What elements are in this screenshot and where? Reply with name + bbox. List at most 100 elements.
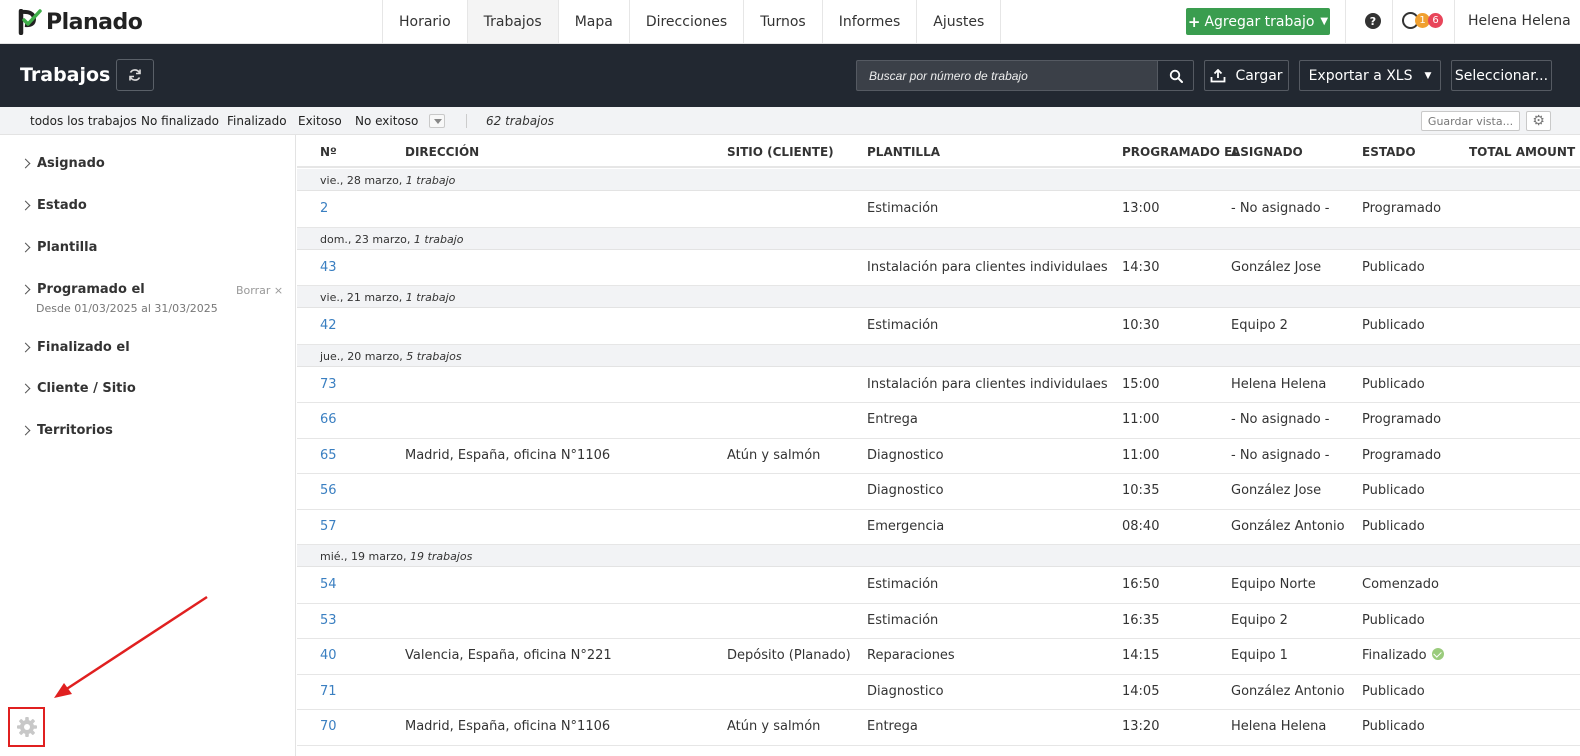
nav-tab-trabajos[interactable]: Trabajos: [467, 0, 559, 43]
nav-tab-informes[interactable]: Informes: [823, 0, 918, 43]
table-row[interactable]: 73 Instalación para clientes individulaes…: [297, 368, 1580, 403]
table-row[interactable]: 70 Madrid, España, oficina N°1106 Atún y s…: [297, 710, 1580, 746]
nav-tab-turnos[interactable]: Turnos: [744, 0, 823, 43]
job-number-link[interactable]: 66: [320, 412, 337, 427]
job-scheduled-time-text: 14:15: [1122, 648, 1160, 663]
sidebar-filter-programado[interactable]: Programado el: [20, 282, 145, 297]
table-row[interactable]: 71 Diagnostico 14:05 González Antonio Public…: [297, 675, 1580, 710]
job-template: Entrega: [867, 719, 918, 734]
job-number-link[interactable]: 73: [320, 377, 337, 392]
save-view-button[interactable]: Guardar vista...: [1421, 111, 1520, 131]
export-xls-button[interactable]: Exportar a XLS ▼: [1299, 60, 1441, 91]
job-number-link[interactable]: 56: [320, 483, 337, 498]
job-scheduled-time-text: 13:00: [1122, 201, 1160, 216]
job-number-link[interactable]: 71: [320, 684, 337, 699]
table-row[interactable]: 2 Estimación 13:00 - No asignado - Programad…: [297, 192, 1580, 228]
table-row[interactable]: 54 Estimación 16:50 Equipo Norte Comenzado: [297, 568, 1580, 604]
table-settings-button[interactable]: ⚙: [1526, 111, 1551, 131]
divider: [1392, 0, 1393, 43]
gear-icon: [16, 717, 37, 737]
filter-tab-all[interactable]: todos los trabajos: [30, 114, 137, 128]
divider: [1345, 0, 1346, 43]
planado-logo[interactable]: Planado: [18, 8, 143, 36]
sidebar-filter-plantilla[interactable]: Plantilla: [20, 240, 97, 255]
main-nav-tabs: Horario Trabajos Mapa Direcciones Turnos…: [382, 0, 1002, 43]
job-template-text: Entrega: [867, 719, 918, 734]
column-header-total-amount[interactable]: TOTAL AMOUNT: [1469, 145, 1575, 159]
column-header-template[interactable]: PLANTILLA: [867, 145, 940, 159]
job-number-link[interactable]: 42: [320, 318, 337, 333]
sidebar-settings-button[interactable]: [8, 707, 45, 747]
clear-filter-button[interactable]: Borrar ×: [236, 284, 283, 297]
table-row[interactable]: 56 Diagnostico 10:35 González Jose Publicado: [297, 474, 1580, 510]
user-menu[interactable]: Helena Helena: [1468, 13, 1571, 29]
job-number-link[interactable]: 40: [320, 648, 337, 663]
column-header-status[interactable]: ESTADO: [1362, 145, 1416, 159]
add-job-label: Agregar trabajo: [1204, 13, 1315, 30]
table-row[interactable]: 42 Estimación 10:30 Equipo 2 Publicado: [297, 309, 1580, 345]
job-template: Reparaciones: [867, 648, 955, 663]
filter-sidebar: Asignado Estado Plantilla Programado el …: [0, 135, 296, 756]
job-template: Diagnostico: [867, 483, 944, 498]
job-number-link[interactable]: 54: [320, 577, 337, 592]
table-row[interactable]: 53 Estimación 16:35 Equipo 2 Publicado: [297, 604, 1580, 639]
filter-more-dropdown[interactable]: [429, 114, 445, 128]
nav-tab-horario[interactable]: Horario: [383, 0, 468, 43]
group-date: vie., 28 marzo, 1 trabajo: [320, 174, 455, 187]
table-row[interactable]: 57 Emergencia 08:40 González Antonio Publica…: [297, 510, 1580, 545]
job-number-link[interactable]: 2: [320, 201, 328, 216]
table-row[interactable]: 65 Madrid, España, oficina N°1106 Atún y s…: [297, 439, 1580, 474]
table-row[interactable]: 43 Instalación para clientes individulaes…: [297, 251, 1580, 286]
nav-tab-direcciones[interactable]: Direcciones: [630, 0, 745, 43]
table-row[interactable]: 66 Entrega 11:00 - No asignado - Programado: [297, 403, 1580, 439]
add-job-button[interactable]: + Agregar trabajo ▼: [1186, 8, 1330, 35]
job-status-text: Programado: [1362, 412, 1442, 427]
job-status: Publicado: [1362, 613, 1425, 628]
group-date-label: vie., 28 marzo,: [320, 174, 403, 187]
job-assignee: Equipo Norte: [1231, 577, 1316, 592]
column-header-address[interactable]: DIRECCIÓN: [405, 145, 479, 159]
job-template: Entrega: [867, 412, 918, 427]
column-header-site[interactable]: SITIO (CLIENTE): [727, 145, 834, 159]
job-number-link[interactable]: 53: [320, 613, 337, 628]
filter-tab-successful[interactable]: Exitoso: [298, 114, 342, 128]
filter-tab-finished[interactable]: Finalizado: [227, 114, 287, 128]
sidebar-filter-cliente[interactable]: Cliente / Sitio: [20, 381, 136, 396]
caret-down-icon: ▼: [1424, 70, 1432, 81]
help-icon[interactable]: ?: [1365, 13, 1381, 29]
job-template-text: Instalación para clientes individulaes: [867, 259, 1108, 275]
group-job-count: 19 trabajos: [410, 550, 473, 563]
job-number-link[interactable]: 43: [320, 260, 337, 275]
table-row[interactable]: 40 Valencia, España, oficina N°221 Depósit…: [297, 639, 1580, 675]
job-number-link[interactable]: 70: [320, 719, 337, 734]
filter-tab-unsuccessful[interactable]: No exitoso: [355, 114, 418, 128]
select-button[interactable]: Seleccionar...: [1451, 60, 1552, 91]
column-header-number[interactable]: Nº: [320, 145, 337, 159]
job-scheduled-time-text: 10:35: [1122, 483, 1160, 498]
sidebar-filter-territorios[interactable]: Territorios: [20, 423, 113, 438]
sidebar-filter-estado[interactable]: Estado: [20, 198, 87, 213]
nav-tab-ajustes[interactable]: Ajustes: [917, 0, 1002, 43]
job-number-link-text: 42: [320, 318, 337, 333]
column-header-scheduled[interactable]: PROGRAMADO EL: [1122, 145, 1240, 159]
job-scheduled-time-text: 13:20: [1122, 719, 1160, 734]
job-assignee-text: Helena Helena: [1231, 719, 1327, 734]
refresh-button[interactable]: [116, 59, 154, 91]
job-status: Publicado: [1362, 318, 1425, 333]
search-button[interactable]: [1157, 60, 1194, 91]
job-search-input[interactable]: Buscar por número de trabajo: [856, 60, 1158, 91]
column-header-assigned[interactable]: ASIGNADO: [1231, 145, 1303, 159]
filter-tab-not-finished[interactable]: No finalizado: [141, 114, 219, 128]
divider: [466, 114, 467, 128]
nav-tab-mapa[interactable]: Mapa: [559, 0, 630, 43]
sidebar-filter-asignado[interactable]: Asignado: [20, 156, 105, 171]
sidebar-filter-finalizado[interactable]: Finalizado el: [20, 340, 130, 355]
job-number-link-text: 70: [320, 719, 337, 734]
upload-label: Cargar: [1235, 67, 1283, 84]
job-number-link[interactable]: 65: [320, 448, 337, 463]
notifications-button[interactable]: 1 6: [1402, 12, 1446, 30]
upload-button[interactable]: Cargar: [1204, 60, 1289, 91]
job-number-link[interactable]: 57: [320, 519, 337, 534]
chevron-right-icon: [20, 342, 31, 353]
job-scheduled-time-text: 16:50: [1122, 577, 1160, 592]
